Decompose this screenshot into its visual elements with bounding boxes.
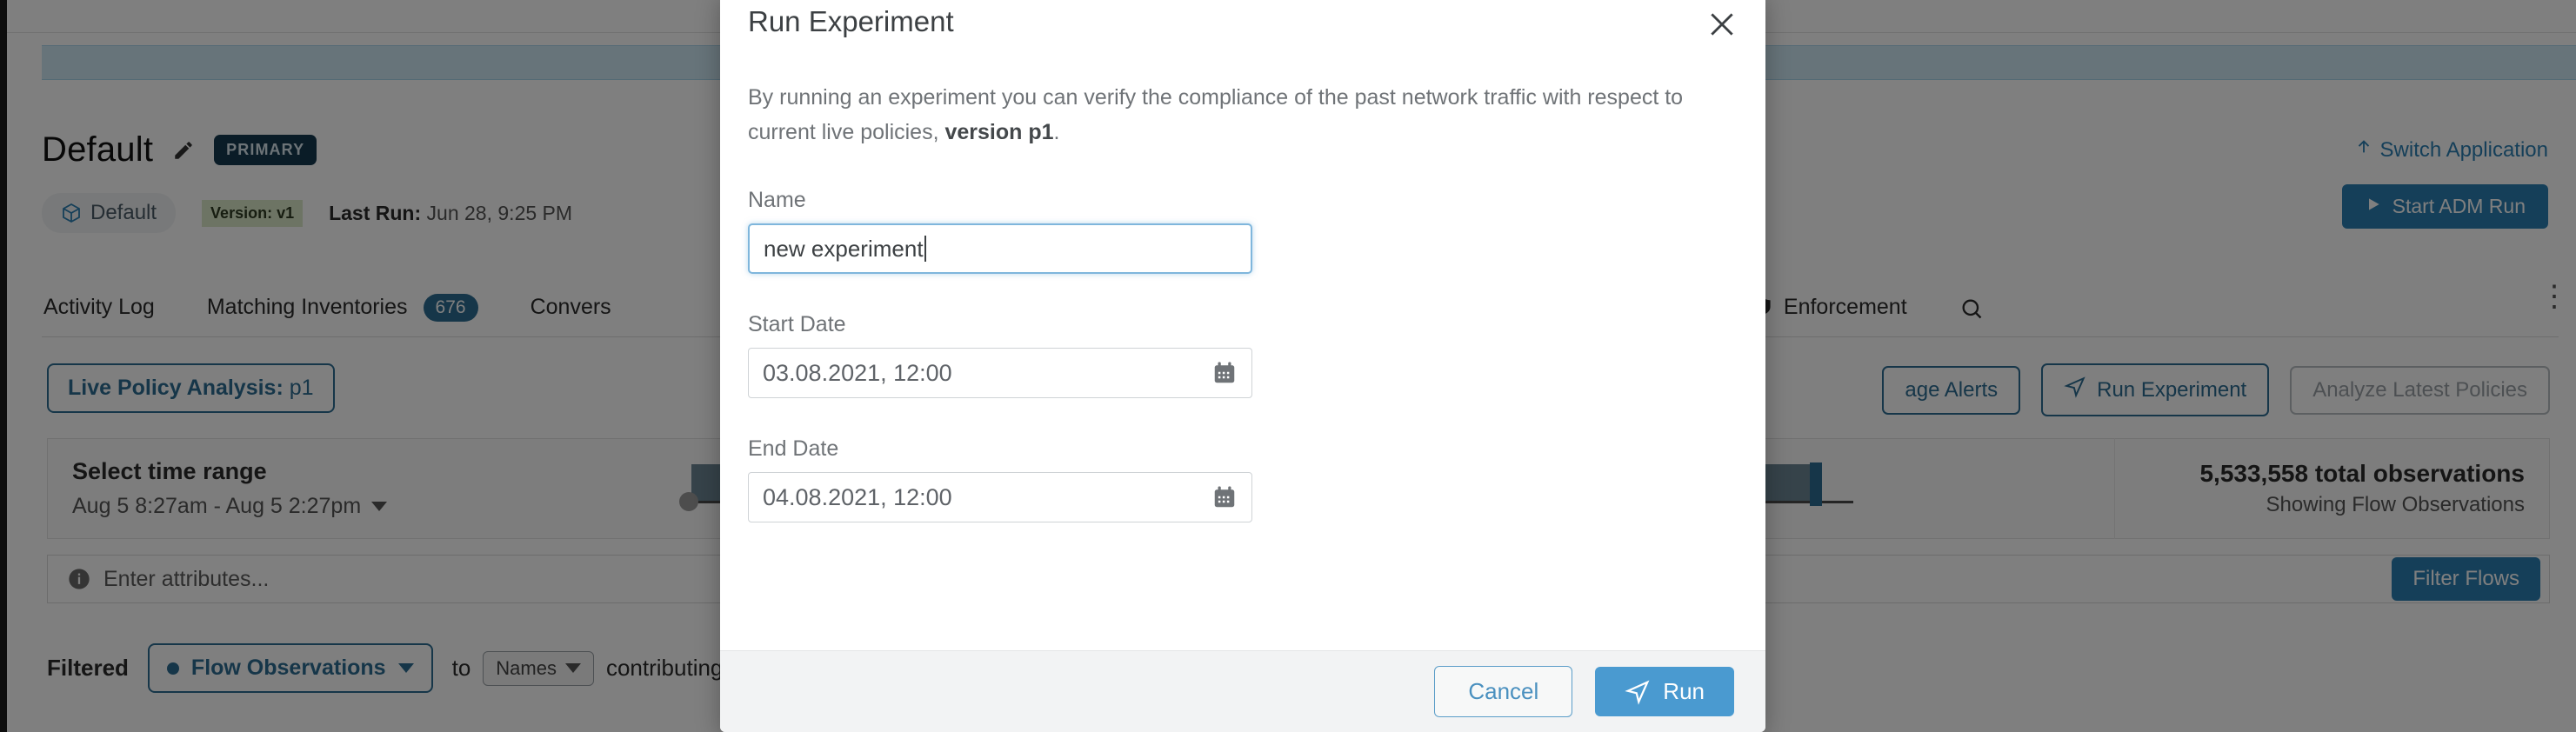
end-date-field-group: End Date 04.08.2021, 12:00	[748, 436, 1736, 522]
paper-plane-icon	[1625, 679, 1651, 705]
description-part-1: By running an experiment you can verify …	[748, 85, 1684, 144]
start-date-field-group: Start Date 03.08.2021, 12:00	[748, 312, 1736, 398]
name-label: Name	[748, 188, 806, 212]
dialog-header: Run Experiment	[720, 0, 1765, 50]
screen: You ... ke action now. Default PRIMARY D…	[0, 0, 2576, 732]
run-experiment-dialog: Run Experiment By running an experiment …	[720, 0, 1765, 732]
end-date-label: End Date	[748, 436, 839, 461]
start-date-value: 03.08.2021, 12:00	[763, 359, 952, 386]
description-bold: version p1	[944, 120, 1054, 144]
run-button-label: Run	[1663, 678, 1705, 704]
close-icon[interactable]	[1705, 7, 1739, 42]
start-date-input[interactable]: 03.08.2021, 12:00	[748, 348, 1252, 398]
name-input[interactable]: new experiment	[748, 223, 1252, 274]
calendar-icon[interactable]	[1211, 484, 1238, 510]
name-input-value: new experiment	[764, 235, 924, 262]
cancel-button[interactable]: Cancel	[1434, 666, 1573, 717]
description-part-2: .	[1053, 120, 1060, 144]
end-date-value: 04.08.2021, 12:00	[763, 483, 952, 510]
end-date-input[interactable]: 04.08.2021, 12:00	[748, 472, 1252, 522]
cancel-button-label: Cancel	[1468, 678, 1539, 704]
dialog-footer: Cancel Run	[720, 650, 1765, 732]
name-field-group: Name new experiment	[748, 188, 1736, 274]
start-date-label: Start Date	[748, 312, 846, 336]
dialog-body: By running an experiment you can verify …	[720, 50, 1765, 650]
dialog-title: Run Experiment	[748, 5, 954, 37]
text-cursor	[924, 236, 926, 262]
run-button[interactable]: Run	[1595, 667, 1734, 716]
dialog-description: By running an experiment you can verify …	[748, 80, 1736, 150]
calendar-icon[interactable]	[1211, 360, 1238, 386]
